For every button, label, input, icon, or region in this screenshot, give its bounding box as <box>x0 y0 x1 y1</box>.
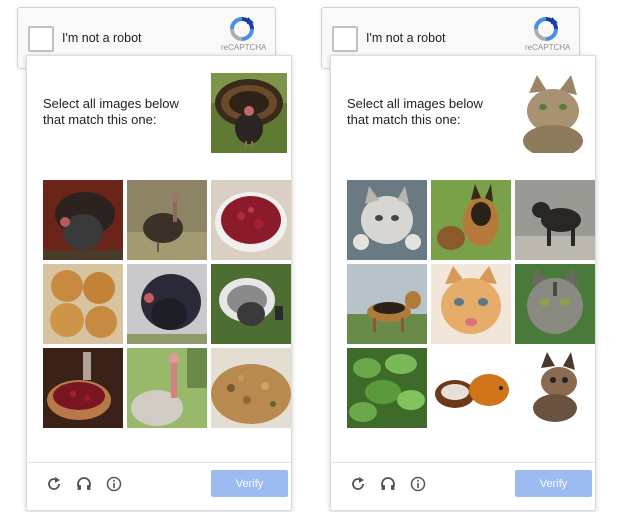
image-tile-guinea-pigs[interactable] <box>431 348 511 428</box>
headphones-icon[interactable] <box>75 475 93 493</box>
image-challenge-panel: Select all images below that match this … <box>330 55 596 511</box>
recaptcha-icon <box>230 17 254 41</box>
challenge-prompt: Select all images below that match this … <box>347 96 483 127</box>
image-tile-turkey[interactable] <box>127 348 207 428</box>
image-tile-german-shepherd[interactable] <box>431 180 511 260</box>
image-tile-plant[interactable] <box>347 348 427 428</box>
recaptcha-logo-text: reCAPTCHA <box>525 43 571 52</box>
image-tile-turkey[interactable] <box>211 264 291 344</box>
challenge-footer-icons <box>349 475 427 493</box>
recaptcha-logo-text: reCAPTCHA <box>221 43 267 52</box>
image-tile-turkey[interactable] <box>43 180 123 260</box>
image-tile-turkey[interactable] <box>127 264 207 344</box>
robot-checkbox[interactable] <box>332 26 358 52</box>
recaptcha-logo: reCAPTCHA <box>221 16 267 52</box>
image-tile-cranberry-sauce[interactable] <box>211 180 291 260</box>
footer-divider <box>331 462 595 463</box>
footer-divider <box>27 462 291 463</box>
challenge-footer-icons <box>45 475 123 493</box>
image-tile-kitten[interactable] <box>431 264 511 344</box>
robot-checkbox-label: I'm not a robot <box>62 31 142 45</box>
image-tile-dog[interactable] <box>515 180 595 260</box>
info-icon[interactable] <box>105 475 123 493</box>
image-tile-kitten[interactable] <box>515 348 595 428</box>
recaptcha-widget-2: I'm not a robot reCAPTCHA Select all ima… <box>316 0 616 512</box>
image-grid <box>347 180 595 436</box>
reload-icon[interactable] <box>349 475 367 493</box>
verify-button[interactable]: Verify <box>211 470 288 497</box>
image-grid <box>43 180 291 436</box>
image-tile-tabby-cat[interactable] <box>515 264 595 344</box>
reload-icon[interactable] <box>45 475 63 493</box>
image-tile-german-shepherd[interactable] <box>347 264 427 344</box>
image-tile-wild-turkey[interactable] <box>127 180 207 260</box>
robot-checkbox-label: I'm not a robot <box>366 31 446 45</box>
recaptcha-icon <box>534 17 558 41</box>
image-tile-cranberries-wine[interactable] <box>43 348 123 428</box>
sample-image-cat <box>515 73 591 153</box>
recaptcha-widget-1: I'm not a robot reCAPTCHA Select all ima… <box>12 0 312 512</box>
challenge-prompt: Select all images below that match this … <box>43 96 179 127</box>
robot-checkbox[interactable] <box>28 26 54 52</box>
image-tile-stuffing[interactable] <box>211 348 291 428</box>
image-tile-kitten[interactable] <box>347 180 427 260</box>
info-icon[interactable] <box>409 475 427 493</box>
verify-button[interactable]: Verify <box>515 470 592 497</box>
recaptcha-logo: reCAPTCHA <box>525 16 571 52</box>
sample-image-turkey <box>211 73 287 153</box>
image-challenge-panel: Select all images below that match this … <box>26 55 292 511</box>
image-tile-bread-rolls[interactable] <box>43 264 123 344</box>
headphones-icon[interactable] <box>379 475 397 493</box>
